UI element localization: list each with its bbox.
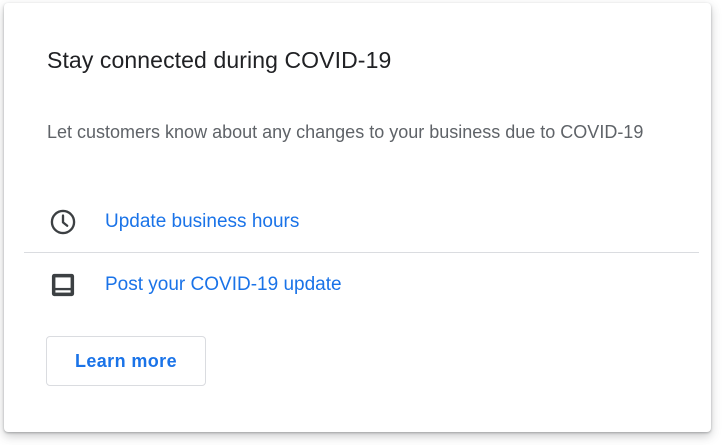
update-business-hours-link[interactable]: Update business hours bbox=[105, 211, 299, 233]
card-description: Let customers know about any changes to … bbox=[47, 122, 644, 142]
divider bbox=[24, 252, 699, 253]
card-title: Stay connected during COVID-19 bbox=[47, 47, 392, 73]
post-covid-update-action[interactable]: Post your COVID-19 update bbox=[24, 257, 699, 313]
covid-info-card: Stay connected during COVID-19 Let custo… bbox=[4, 3, 711, 432]
clock-icon bbox=[48, 207, 78, 237]
post-covid-update-link[interactable]: Post your COVID-19 update bbox=[105, 274, 342, 296]
post-icon bbox=[48, 270, 78, 300]
update-business-hours-action[interactable]: Update business hours bbox=[24, 194, 699, 250]
learn-more-button[interactable]: Learn more bbox=[46, 336, 206, 386]
